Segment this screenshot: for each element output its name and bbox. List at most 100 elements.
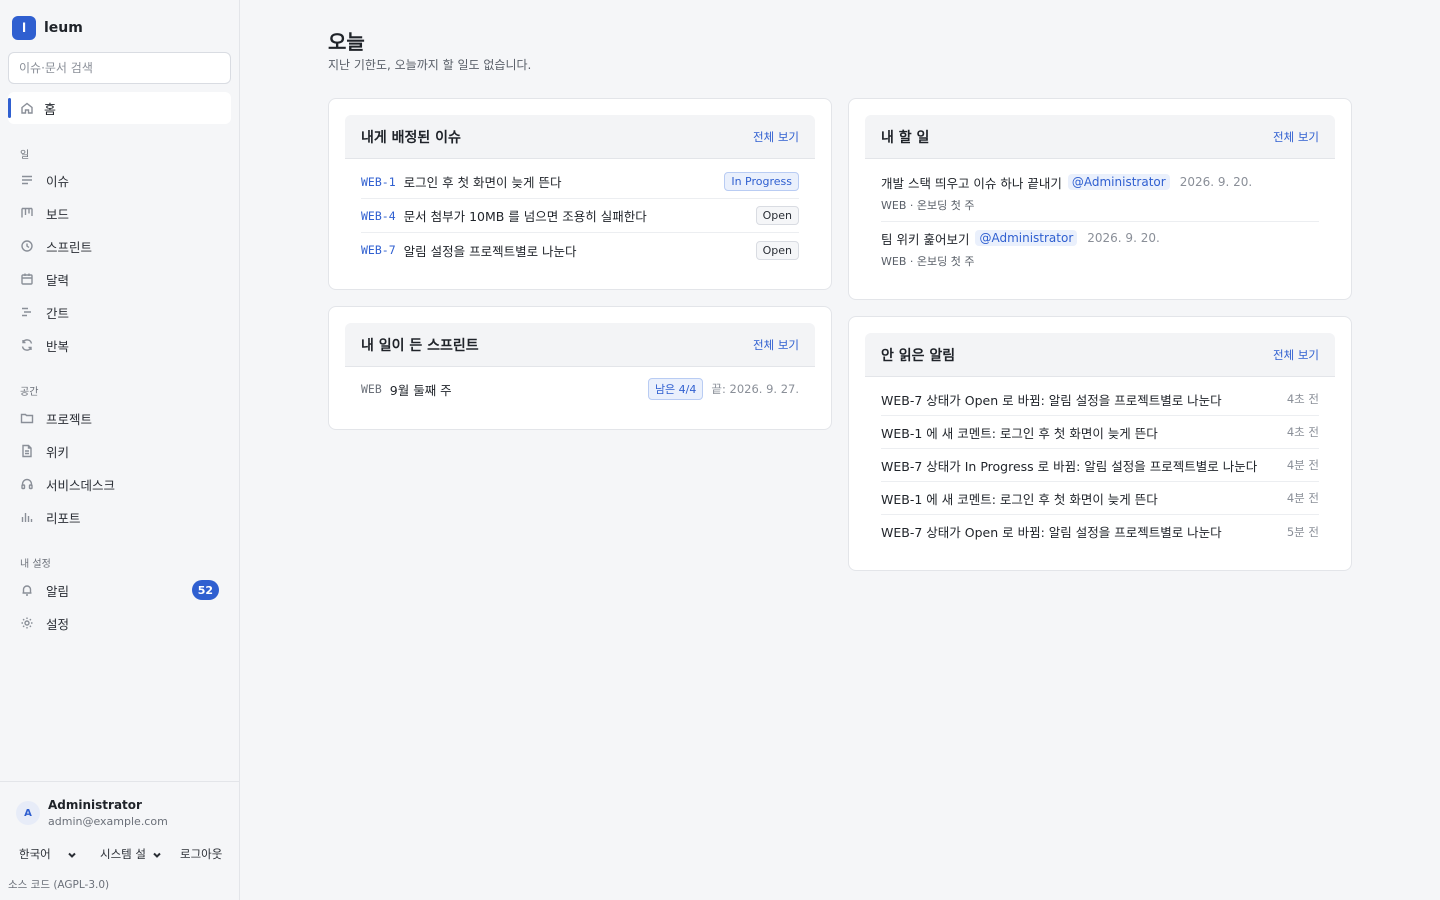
sidebar-item-notifications[interactable]: 알림 52 xyxy=(8,576,231,604)
notification-time: 4분 전 xyxy=(1286,491,1319,505)
list-icon xyxy=(20,173,34,187)
list-item[interactable]: WEB-7 상태가 Open 로 바뀜: 알림 설정을 프로젝트별로 나눈다 5… xyxy=(881,515,1319,548)
page-subtitle: 지난 기한도, 오늘까지 할 일도 없습니다. xyxy=(328,58,532,72)
sidebar-item-issues[interactable]: 이슈 xyxy=(8,166,231,194)
sidebar-item-label: 리포트 xyxy=(46,510,81,526)
list-item[interactable]: WEB 9월 둘째 주 남은 4/4 끝: 2026. 9. 27. xyxy=(361,377,799,401)
sidebar-item-board[interactable]: 보드 xyxy=(8,199,231,227)
sidebar-item-label: 이슈 xyxy=(46,173,70,189)
table-row[interactable]: WEB-4 문서 첨부가 10MB 를 넘으면 조용히 실패한다 Open xyxy=(361,199,799,233)
brand-name: leum xyxy=(44,20,83,36)
unread-notifications-card: 안 읽은 알림 전체 보기 WEB-7 상태가 Open 로 바뀜: 알림 설정… xyxy=(848,316,1352,571)
sidebar-item-gantt[interactable]: 간트 xyxy=(8,298,231,326)
search-input[interactable] xyxy=(8,52,231,84)
sidebar-item-recurring[interactable]: 반복 xyxy=(8,331,231,359)
view-all-link[interactable]: 전체 보기 xyxy=(753,337,799,353)
status-badge: Open xyxy=(755,240,799,260)
sidebar-item-sprint[interactable]: 스프린트 xyxy=(8,232,231,260)
notification-text[interactable]: WEB-1 에 새 코멘트: 로그인 후 첫 화면이 늦게 뜬다 xyxy=(881,423,1158,442)
chevron-down-icon xyxy=(152,849,162,859)
page-title: 오늘 xyxy=(328,30,365,54)
view-all-link[interactable]: 전체 보기 xyxy=(1273,347,1319,363)
card-title: 안 읽은 알림 xyxy=(881,347,956,364)
sidebar-item-label: 서비스데스크 xyxy=(46,477,116,493)
avatar[interactable]: A xyxy=(16,801,40,825)
table-row[interactable]: WEB-1 로그인 후 첫 화면이 늦게 뜬다 In Progress xyxy=(361,165,799,199)
source-code-link[interactable]: 소스 코드 (AGPL-3.0) xyxy=(8,877,109,892)
section-label-settings: 내 설정 xyxy=(20,559,51,570)
issue-title[interactable]: 알림 설정을 프로젝트별로 나눈다 xyxy=(404,241,756,260)
notification-time: 4분 전 xyxy=(1286,458,1319,472)
list-item[interactable]: WEB-1 에 새 코멘트: 로그인 후 첫 화면이 늦게 뜬다 4초 전 xyxy=(881,416,1319,449)
sidebar-item-label: 알림 xyxy=(46,583,70,599)
issue-key[interactable]: WEB-7 xyxy=(361,243,396,257)
notification-text[interactable]: WEB-7 상태가 Open 로 바뀜: 알림 설정을 프로젝트별로 나눈다 xyxy=(881,522,1222,541)
logout-button[interactable]: 로그아웃 xyxy=(180,846,222,862)
bell-icon xyxy=(20,583,34,597)
status-badge: Open xyxy=(755,206,799,225)
sidebar-item-label: 프로젝트 xyxy=(46,411,93,427)
sidebar-item-settings[interactable]: 설정 xyxy=(8,609,231,637)
language-select[interactable]: 한국어 xyxy=(19,846,77,862)
sidebar-item-reports[interactable]: 리포트 xyxy=(8,503,231,531)
sidebar-item-home[interactable]: 홈 xyxy=(8,92,231,124)
list-item[interactable]: WEB-1 에 새 코멘트: 로그인 후 첫 화면이 늦게 뜬다 4분 전 xyxy=(881,482,1319,515)
theme-select[interactable]: 시스템 설 xyxy=(100,846,162,862)
sprint-name[interactable]: 9월 둘째 주 xyxy=(390,380,648,399)
status-badge: In Progress xyxy=(724,172,799,191)
headset-icon xyxy=(20,477,34,491)
issue-title[interactable]: 문서 첨부가 10MB 를 넘으면 조용히 실패한다 xyxy=(404,206,756,225)
card-title: 내게 배정된 이슈 xyxy=(361,129,461,146)
notification-text[interactable]: WEB-7 상태가 In Progress 로 바뀜: 알림 설정을 프로젝트별… xyxy=(881,456,1257,475)
section-label-space: 공간 xyxy=(20,387,39,398)
sidebar-item-projects[interactable]: 프로젝트 xyxy=(8,404,231,432)
document-icon xyxy=(20,444,34,458)
sidebar-item-label: 홈 xyxy=(44,102,56,118)
bar-chart-icon xyxy=(20,510,34,524)
todo-title[interactable]: 팀 위키 훑어보기 xyxy=(881,229,969,248)
notification-text[interactable]: WEB-7 상태가 Open 로 바뀜: 알림 설정을 프로젝트별로 나눈다 xyxy=(881,390,1222,409)
board-icon xyxy=(20,206,34,220)
sidebar-item-label: 스프린트 xyxy=(46,239,93,255)
sprint-remaining-badge: 남은 4/4 xyxy=(647,378,704,400)
issue-key[interactable]: WEB-4 xyxy=(361,209,396,223)
card-title: 내 일이 든 스프린트 xyxy=(361,337,479,354)
sprint-end-date: 끝: 2026. 9. 27. xyxy=(711,382,799,396)
card-header: 내게 배정된 이슈 전체 보기 xyxy=(345,115,815,159)
gantt-icon xyxy=(20,305,34,319)
sidebar-item-label: 간트 xyxy=(46,305,70,321)
assigned-issues-card: 내게 배정된 이슈 전체 보기 WEB-1 로그인 후 첫 화면이 늦게 뜬다 … xyxy=(328,98,832,290)
sidebar-item-servicedesk[interactable]: 서비스데스크 xyxy=(8,470,231,498)
theme-select-label: 시스템 설 xyxy=(100,847,146,861)
card-header: 내 할 일 전체 보기 xyxy=(865,115,1335,159)
list-item[interactable]: 개발 스택 띄우고 이슈 하나 끝내기 @Administrator 2026.… xyxy=(881,171,1319,213)
list-item[interactable]: WEB-7 상태가 Open 로 바뀜: 알림 설정을 프로젝트별로 나눈다 4… xyxy=(881,383,1319,416)
todo-date: 2026. 9. 20. xyxy=(1087,231,1160,245)
todo-date: 2026. 9. 20. xyxy=(1179,175,1253,189)
card-header: 내 일이 든 스프린트 전체 보기 xyxy=(345,323,815,367)
language-select-label: 한국어 xyxy=(19,847,51,861)
list-item[interactable]: WEB-7 상태가 In Progress 로 바뀜: 알림 설정을 프로젝트별… xyxy=(881,449,1319,482)
todo-title[interactable]: 개발 스택 띄우고 이슈 하나 끝내기 xyxy=(881,173,1062,192)
clock-icon xyxy=(20,239,34,253)
sidebar-item-calendar[interactable]: 달력 xyxy=(8,265,231,293)
brand[interactable]: l leum xyxy=(12,16,83,40)
calendar-icon xyxy=(20,272,34,286)
sidebar-item-label: 달력 xyxy=(46,272,70,288)
mention-tag[interactable]: @Administrator xyxy=(1067,174,1170,190)
chevron-down-icon xyxy=(67,849,77,859)
todo-meta: WEB · 온보딩 첫 주 xyxy=(881,255,975,268)
view-all-link[interactable]: 전체 보기 xyxy=(1273,129,1319,145)
sidebar-item-wiki[interactable]: 위키 xyxy=(8,437,231,465)
view-all-link[interactable]: 전체 보기 xyxy=(753,129,799,145)
issue-title[interactable]: 로그인 후 첫 화면이 늦게 뜬다 xyxy=(404,172,725,191)
sidebar-item-label: 보드 xyxy=(46,206,70,222)
list-item[interactable]: 팀 위키 훑어보기 @Administrator 2026. 9. 20. WE… xyxy=(881,227,1319,269)
table-row[interactable]: WEB-7 알림 설정을 프로젝트별로 나눈다 Open xyxy=(361,233,799,267)
mention-tag[interactable]: @Administrator xyxy=(975,230,1078,246)
issue-key[interactable]: WEB-1 xyxy=(361,175,396,189)
sidebar: l leum 홈 일 이슈 보드 스프린트 달력 간트 반복 공간 프로젝트 xyxy=(0,0,240,900)
sidebar-footer: A Administrator admin@example.com 한국어 시스… xyxy=(0,781,239,900)
notification-time: 5분 전 xyxy=(1286,524,1319,539)
notification-text[interactable]: WEB-1 에 새 코멘트: 로그인 후 첫 화면이 늦게 뜬다 xyxy=(881,489,1158,508)
